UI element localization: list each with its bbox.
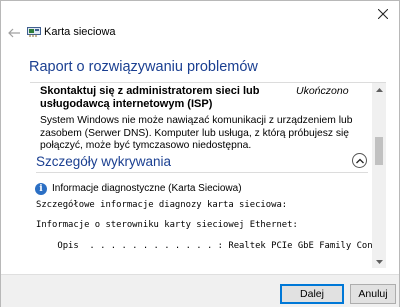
report-scroll-area: Skontaktuj się z administratorem sieci l… xyxy=(30,83,372,268)
app-title: Karta sieciowa xyxy=(44,26,116,38)
next-button[interactable]: Dalej xyxy=(280,284,344,304)
scroll-down-button[interactable] xyxy=(372,255,386,268)
page-title: Raport o rozwiązywaniu problemów xyxy=(29,59,258,75)
scroll-up-arrow-icon xyxy=(375,88,383,92)
report-content: Skontaktuj się z administratorem sieci l… xyxy=(30,82,386,268)
navigation-row: Karta sieciowa xyxy=(1,21,399,45)
diagnostic-line: Szczegółowe informacje diagnozy karta si… xyxy=(36,200,288,210)
issue-description: System Windows nie może nawiązać komunik… xyxy=(40,115,353,152)
scroll-down-arrow-icon xyxy=(375,260,383,264)
collapse-section-button[interactable] xyxy=(352,153,367,168)
detection-details-heading: Szczegóły wykrywania xyxy=(36,154,172,169)
scrollbar-thumb[interactable] xyxy=(375,137,383,165)
diagnostic-line: Opis . . . . . . . . . . . . : Realtek P… xyxy=(57,241,372,251)
close-icon xyxy=(378,9,388,19)
cancel-button[interactable]: Anuluj xyxy=(350,284,396,304)
scroll-up-button[interactable] xyxy=(372,83,386,97)
diagnostic-info-label: Informacje diagnostyczne (Karta Sieciowa… xyxy=(52,183,242,194)
troubleshooter-window: Karta sieciowa Raport o rozwiązywaniu pr… xyxy=(0,0,400,307)
chevron-up-icon xyxy=(355,158,364,163)
back-arrow-icon[interactable] xyxy=(7,26,21,40)
issue-status: Ukończono xyxy=(296,85,349,97)
vertical-scrollbar[interactable] xyxy=(372,83,386,268)
diagnostic-line: Informacje o sterowniku karty sieciowej … xyxy=(36,220,298,230)
section-divider xyxy=(36,172,368,173)
info-icon: i xyxy=(35,183,47,195)
issue-title: Skontaktuj się z administratorem sieci l… xyxy=(40,85,260,110)
network-adapter-icon xyxy=(27,27,41,37)
dialog-footer: Dalej Anuluj xyxy=(1,274,399,307)
